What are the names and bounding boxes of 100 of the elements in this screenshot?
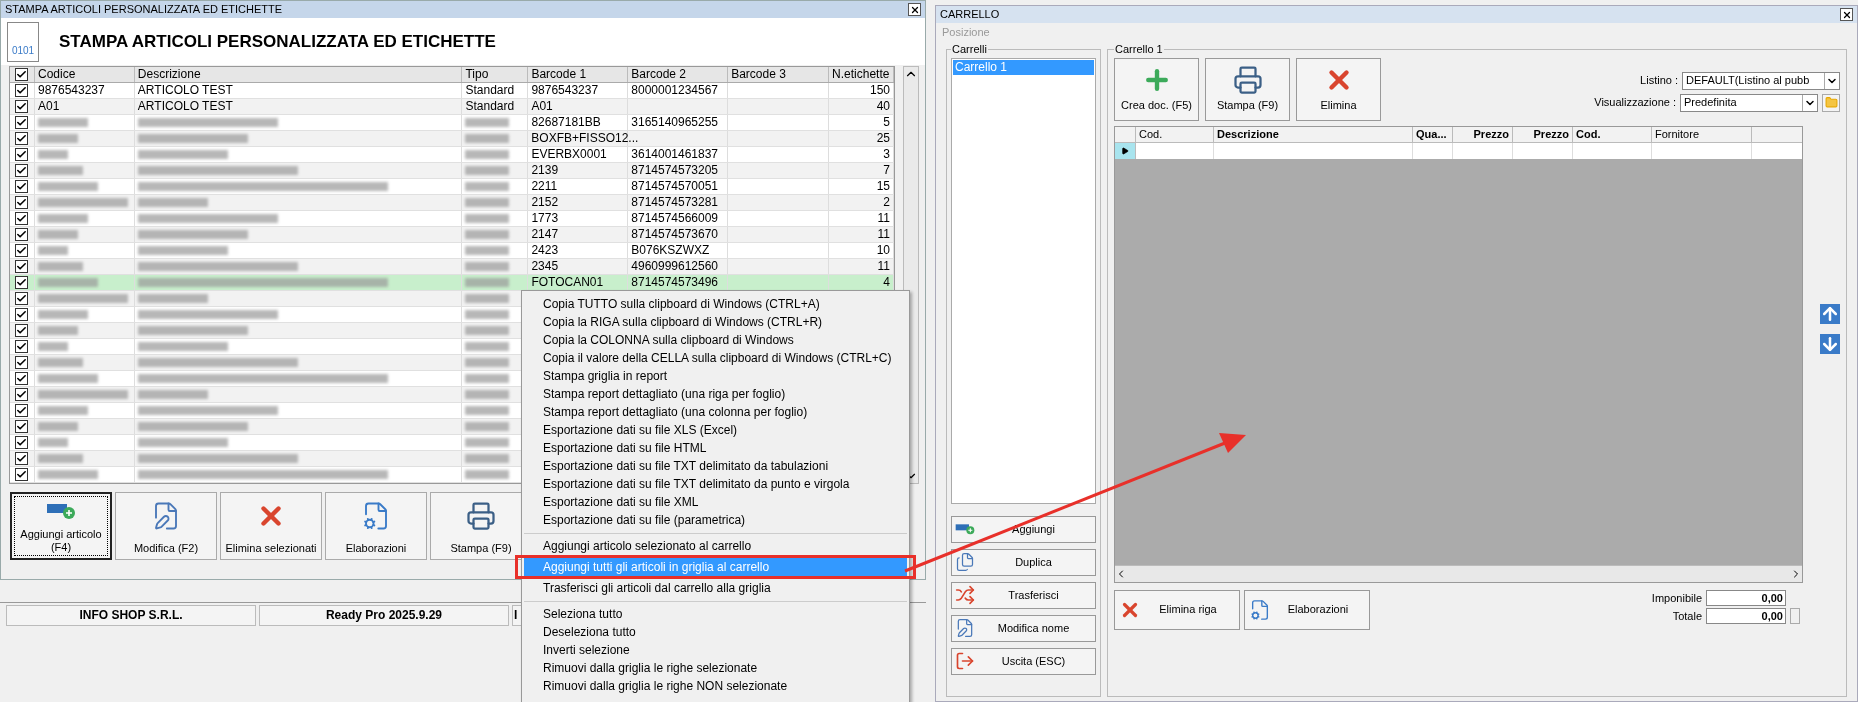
action-button[interactable]: Elimina riga [1114, 589, 1240, 630]
menu-item[interactable]: Copia TUTTO sulla clipboard di Windows (CTRL+A) [524, 295, 907, 313]
close-button[interactable] [908, 3, 921, 16]
side-button[interactable]: Modifica nome [951, 614, 1096, 642]
table-row[interactable]: 2152 8714574573281 2 [10, 195, 894, 211]
toolbar-button[interactable]: Elaborazioni [325, 492, 427, 560]
table-row[interactable]: 2147 8714574573670 11 [10, 227, 894, 243]
checkbox[interactable] [15, 468, 29, 481]
menu-item[interactable]: Stampa report dettagliato (una colonna per foglio) [524, 403, 907, 421]
checkbox[interactable] [15, 340, 29, 353]
toolbar-button[interactable]: Elimina [1296, 57, 1381, 121]
checkbox[interactable] [15, 356, 29, 369]
toolbar-button[interactable]: Aggiungi articolo (F4) [10, 492, 112, 560]
table-cell: Standard [465, 99, 515, 114]
checkbox[interactable] [15, 372, 29, 385]
table-cell: FOTOCAN01 [531, 275, 604, 290]
group-label: Carrello 1 [1114, 42, 1164, 57]
checkbox[interactable] [15, 164, 29, 177]
printer-icon [466, 501, 496, 531]
table-row[interactable]: FOTOCAN01 8714574573496 4 [10, 275, 894, 291]
table-row[interactable]: 1773 8714574566009 11 [10, 211, 894, 227]
menu-item[interactable]: Esportazione dati su file HTML [524, 439, 907, 457]
menu-item[interactable]: Copia il valore della CELLA sulla clipboard di Windows (CTRL+C) [524, 349, 907, 367]
horizontal-scrollbar[interactable] [1115, 564, 1802, 582]
column-header[interactable]: Cod. [1573, 126, 1652, 142]
menu-item[interactable]: Inverti selezione [524, 641, 907, 659]
menu-item[interactable]: Rimuovi dalla griglia le righe NON selezionate [524, 677, 907, 695]
side-button[interactable]: Aggiungi [951, 515, 1096, 543]
move-down-button[interactable] [1820, 333, 1840, 354]
menu-item[interactable]: Copia la COLONNA sulla clipboard di Windows [524, 331, 907, 349]
checkbox[interactable] [15, 260, 29, 273]
checkbox[interactable] [15, 212, 29, 225]
column-header[interactable]: N.etichette [829, 67, 894, 82]
table-row[interactable]: 82687181BB 3165140965255 5 [10, 115, 894, 131]
menu-item[interactable]: Trasferisci gli articoli dal carrello alla griglia [524, 579, 907, 597]
checkbox[interactable] [15, 292, 29, 305]
menu-item[interactable]: Stampa griglia in report [524, 367, 907, 385]
column-header[interactable]: Barcode 1 [528, 67, 629, 82]
table-row[interactable]: EVERBX0001 3614001461837 3 [10, 147, 894, 163]
checkbox[interactable] [15, 324, 29, 337]
checkbox[interactable] [15, 420, 29, 433]
checkbox[interactable] [15, 180, 29, 193]
menu-item[interactable]: Stampa report dettagliato (una riga per foglio) [524, 385, 907, 403]
column-header[interactable]: Fornitore [1652, 126, 1752, 142]
table-cell: 8714574573496 [631, 275, 719, 290]
column-header[interactable]: Qua... [1413, 126, 1453, 142]
column-header[interactable]: Cod. [1136, 126, 1214, 142]
table-row[interactable]: 2345 4960999612560 11 [10, 259, 894, 275]
menu-item[interactable]: Rimuovi dalla griglia le righe selezionate [524, 659, 907, 677]
table-row[interactable]: 2211 8714574570051 15 [10, 179, 894, 195]
column-header[interactable]: Codice [34, 67, 135, 82]
checkbox[interactable] [15, 196, 29, 209]
toolbar-button[interactable]: Elimina selezionati [220, 492, 322, 560]
checkbox[interactable] [15, 84, 29, 97]
toolbar-button[interactable]: Modifica (F2) [115, 492, 217, 560]
checkbox[interactable] [15, 308, 29, 321]
checkbox[interactable] [15, 244, 29, 257]
dropdown[interactable]: DEFAULT(Listino al pubb [1682, 71, 1840, 90]
checkbox[interactable] [15, 116, 29, 129]
checkbox[interactable] [15, 276, 29, 289]
menu-item[interactable]: Esportazione dati su file TXT delimitato da punto e virgola [524, 475, 907, 493]
close-button[interactable] [1840, 8, 1853, 21]
checkbox[interactable] [15, 148, 29, 161]
menu-item[interactable]: Deseleziona tutto [524, 623, 907, 641]
move-up-button[interactable] [1820, 303, 1840, 324]
table-row[interactable]: A01 ARTICOLO TEST Standard A01 40 [10, 99, 894, 115]
checkbox[interactable] [15, 228, 29, 241]
checkbox[interactable] [15, 452, 29, 465]
checkbox[interactable] [15, 132, 29, 145]
menu-item[interactable]: Esportazione dati su file XLS (Excel) [524, 421, 907, 439]
table-row[interactable]: 2423 B076KSZWXZ 10 [10, 243, 894, 259]
toolbar-button[interactable]: Stampa (F9) [1205, 57, 1290, 121]
table-row[interactable]: 9876543237 ARTICOLO TEST Standard 9876543237 8000001234567 150 [10, 83, 894, 99]
menu-item[interactable]: Esportazione dati su file TXT delimitato da tabulazioni [524, 457, 907, 475]
side-button[interactable]: Uscita (ESC) [951, 647, 1096, 675]
table-cell: 4 [883, 275, 890, 290]
add-article-icon [46, 502, 76, 520]
checkbox[interactable] [15, 388, 29, 401]
dropdown-arrow-icon [1824, 72, 1839, 89]
checkbox[interactable] [15, 404, 29, 417]
checkbox[interactable] [15, 68, 29, 81]
column-header[interactable]: Descrizione [134, 67, 463, 82]
dropdown[interactable]: Predefinita [1680, 93, 1818, 112]
action-button[interactable]: Elaborazioni [1244, 589, 1370, 630]
table-row[interactable]: BOXFB+FISSO12... 25 [10, 131, 894, 147]
side-button[interactable]: Duplica [951, 548, 1096, 576]
menu-item[interactable]: Copia la RIGA sulla clipboard di Windows (CTRL+R) [524, 313, 907, 331]
column-header[interactable]: Prezzo [1453, 126, 1513, 142]
checkbox[interactable] [15, 100, 29, 113]
table-cell: 11 [877, 211, 890, 226]
column-header[interactable]: Prezzo [1513, 126, 1573, 142]
column-header[interactable]: Descrizione [1214, 126, 1413, 142]
side-button[interactable]: Trasferisci [951, 581, 1096, 609]
column-header[interactable]: Barcode 2 [628, 67, 729, 82]
menu-item[interactable]: Seleziona tutto [524, 605, 907, 623]
column-header[interactable]: Barcode 3 [728, 67, 830, 82]
toolbar-button[interactable]: Crea doc. (F5) [1114, 57, 1199, 121]
checkbox[interactable] [15, 436, 29, 449]
column-header[interactable]: Tipo [462, 67, 529, 82]
table-row[interactable]: 2139 8714574573205 7 [10, 163, 894, 179]
